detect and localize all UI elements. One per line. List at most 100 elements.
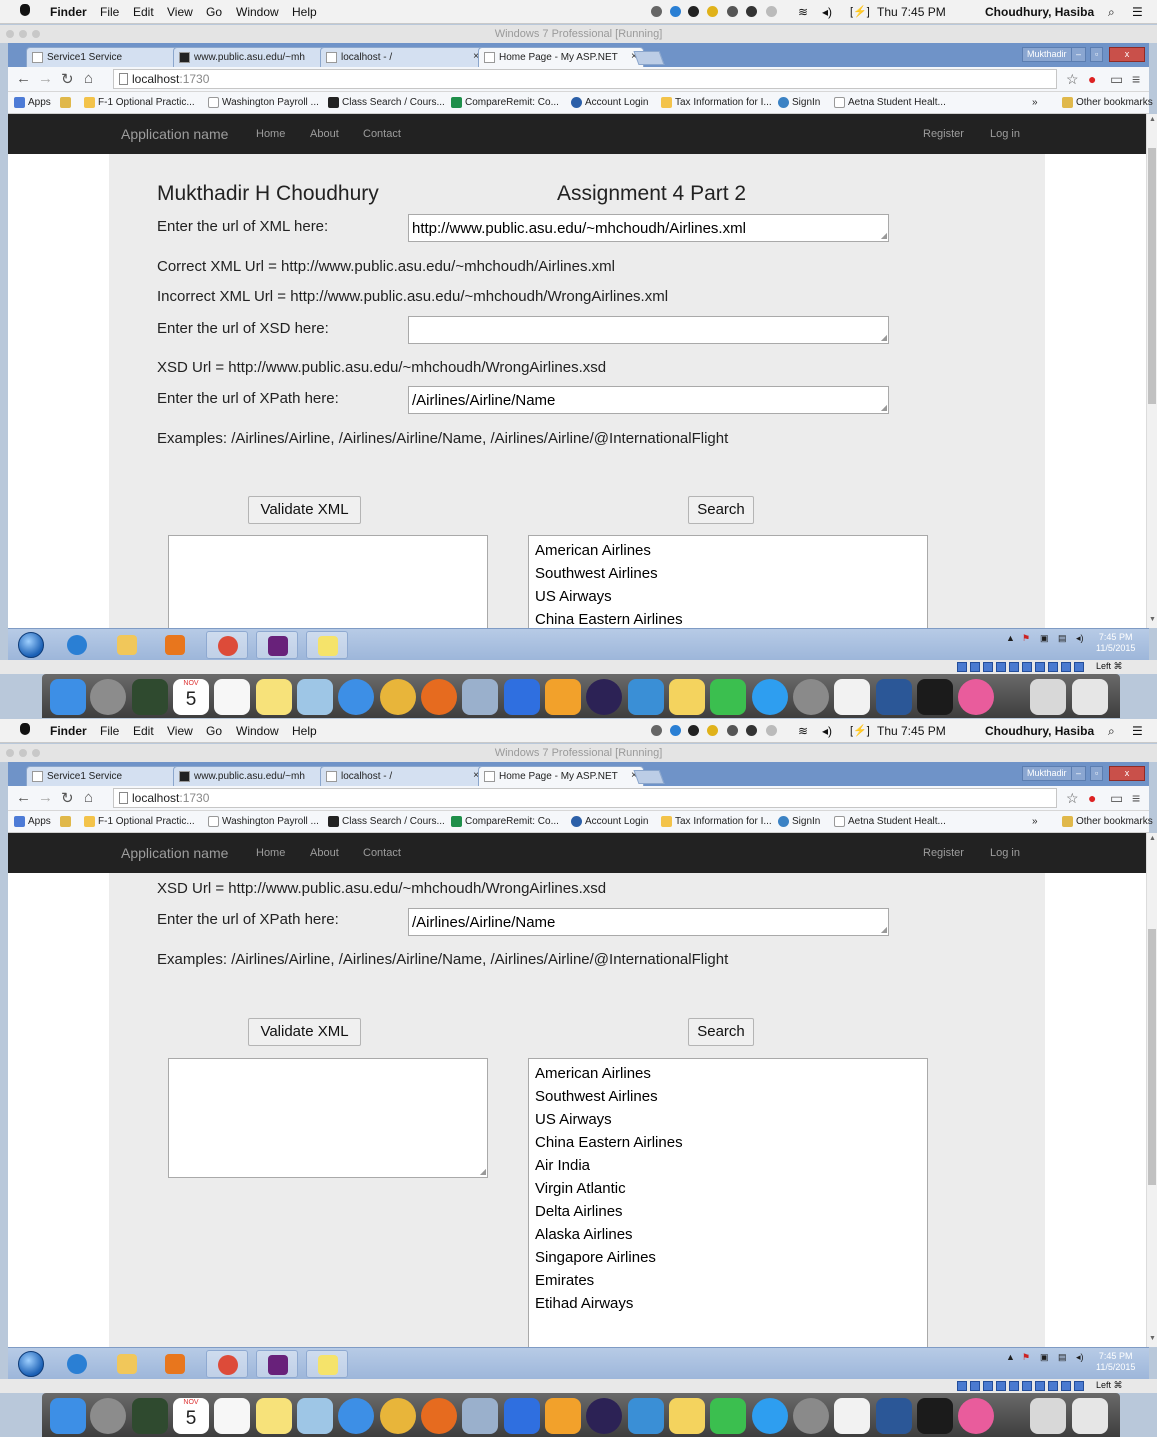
vm-video-icon[interactable] bbox=[1048, 662, 1058, 672]
start-button[interactable] bbox=[18, 632, 44, 658]
vm-disk-icon[interactable] bbox=[957, 662, 967, 672]
firefox-icon[interactable] bbox=[421, 1398, 457, 1434]
intellij-icon[interactable] bbox=[504, 1398, 540, 1434]
back-icon[interactable]: ← bbox=[16, 70, 31, 87]
itunes-icon[interactable] bbox=[958, 679, 994, 715]
nav-register[interactable]: Register bbox=[923, 847, 964, 859]
taskbar-visual-studio[interactable] bbox=[256, 1350, 298, 1378]
taskbar-media-player[interactable] bbox=[154, 1350, 196, 1378]
menu-help[interactable]: Help bbox=[292, 5, 317, 19]
vm-shared-icon[interactable] bbox=[996, 1381, 1006, 1391]
taskbar-sticky-folder[interactable] bbox=[306, 631, 348, 659]
search-button[interactable]: Search bbox=[688, 496, 754, 524]
profile-badge[interactable]: Mukthadir bbox=[1022, 766, 1072, 781]
menu-edit[interactable]: Edit bbox=[133, 724, 154, 738]
nav-about[interactable]: About bbox=[310, 128, 339, 140]
scroll-down-icon[interactable]: ▼ bbox=[1149, 616, 1156, 623]
eclipse-icon[interactable] bbox=[586, 1398, 622, 1434]
nav-contact[interactable]: Contact bbox=[363, 847, 401, 859]
taskbar-internet-explorer[interactable] bbox=[56, 631, 98, 659]
bookmarks-overflow[interactable]: » bbox=[1032, 816, 1038, 827]
status-eye-icon[interactable] bbox=[688, 725, 699, 736]
vm-network-icon[interactable] bbox=[1022, 1381, 1032, 1391]
wifi-icon[interactable]: ≋ bbox=[798, 724, 808, 738]
vm-optical-icon[interactable] bbox=[970, 662, 980, 672]
resize-grip-icon[interactable]: ◢ bbox=[480, 1167, 486, 1176]
extension-icon[interactable]: ● bbox=[1088, 71, 1096, 87]
menu-finder[interactable]: Finder bbox=[50, 724, 87, 738]
reminders-icon[interactable] bbox=[214, 1398, 250, 1434]
vm-audio-icon[interactable] bbox=[1035, 1381, 1045, 1391]
reminders-icon[interactable] bbox=[214, 679, 250, 715]
chrome-icon[interactable] bbox=[380, 679, 416, 715]
search-button[interactable]: Search bbox=[688, 1018, 754, 1046]
tab-asu[interactable]: www.public.asu.edu/~mh × bbox=[173, 47, 339, 67]
scroll-up-icon[interactable]: ▲ bbox=[1149, 835, 1156, 842]
resize-grip-icon[interactable]: ◢ bbox=[881, 333, 887, 342]
chrome-icon[interactable] bbox=[380, 1398, 416, 1434]
vm-mouse-icon[interactable] bbox=[1074, 662, 1084, 672]
bookmark-account-login[interactable]: Account Login bbox=[571, 97, 648, 108]
itunes-icon[interactable] bbox=[958, 1398, 994, 1434]
nav-contact[interactable]: Contact bbox=[363, 128, 401, 140]
bookmark-apps[interactable]: Apps bbox=[14, 97, 51, 108]
star-icon[interactable]: ☆ bbox=[1066, 790, 1079, 807]
profile-badge[interactable]: Mukthadir bbox=[1022, 47, 1072, 62]
mac-user[interactable]: Choudhury, Hasiba bbox=[985, 724, 1094, 738]
virtualbox-icon[interactable] bbox=[462, 679, 498, 715]
menu-window[interactable]: Window bbox=[236, 724, 279, 738]
bookmarks-overflow[interactable]: » bbox=[1032, 97, 1038, 108]
bookmark-signin[interactable]: SignIn bbox=[778, 97, 820, 108]
nav-home[interactable]: Home bbox=[256, 128, 285, 140]
vm-audio-icon[interactable] bbox=[1035, 662, 1045, 672]
page-scrollbar[interactable]: ▲ ▼ bbox=[1146, 114, 1157, 628]
status-dropbox-icon[interactable] bbox=[727, 6, 738, 17]
virtualbox-icon[interactable] bbox=[462, 1398, 498, 1434]
tray-flag-icon[interactable]: ⚑ bbox=[1022, 633, 1030, 644]
mac-clock[interactable]: Thu 7:45 PM bbox=[877, 5, 946, 19]
forward-icon[interactable]: → bbox=[38, 70, 53, 87]
chrome-menu-icon[interactable]: ≡ bbox=[1132, 790, 1140, 806]
bookmark-class-search[interactable]: Class Search / Cours... bbox=[328, 97, 445, 108]
calendar-icon[interactable]: NOV 5 bbox=[173, 1398, 209, 1434]
menu-file[interactable]: File bbox=[100, 724, 119, 738]
eclipse-icon[interactable] bbox=[586, 679, 622, 715]
url-input[interactable]: localhost:1730 bbox=[113, 788, 1057, 808]
tray-network-icon[interactable]: ▣ bbox=[1040, 1352, 1049, 1363]
facetime-icon[interactable] bbox=[710, 679, 746, 715]
scroll-thumb[interactable] bbox=[1148, 148, 1156, 404]
search-results-box[interactable]: American Airlines Southwest Airlines US … bbox=[528, 535, 928, 628]
taskbar-chrome[interactable] bbox=[206, 1350, 248, 1378]
home-icon[interactable]: ⌂ bbox=[84, 789, 93, 806]
volume-icon[interactable]: ◂) bbox=[822, 5, 832, 19]
apple-icon[interactable] bbox=[20, 723, 30, 735]
notes-icon[interactable] bbox=[256, 679, 292, 715]
new-tab-button[interactable] bbox=[633, 770, 665, 784]
vm-network-icon[interactable] bbox=[1022, 662, 1032, 672]
url-input[interactable]: localhost:1730 bbox=[113, 69, 1057, 89]
bookmark-f1-optional[interactable]: F-1 Optional Practic... bbox=[84, 816, 195, 827]
vm-display-icon[interactable] bbox=[1009, 1381, 1019, 1391]
xml-url-input[interactable]: http://www.public.asu.edu/~mhchoudh/Airl… bbox=[408, 214, 889, 242]
bookmark-aetna[interactable]: Aetna Student Healt... bbox=[834, 816, 946, 827]
taskbar-visual-studio[interactable] bbox=[256, 631, 298, 659]
documents-icon[interactable] bbox=[1030, 1398, 1066, 1434]
status-clock-icon[interactable] bbox=[766, 725, 777, 736]
tab-service1[interactable]: Service1 Service × bbox=[26, 47, 192, 67]
minimize-window-icon[interactable] bbox=[19, 30, 27, 38]
tab-service1[interactable]: Service1 Service × bbox=[26, 766, 192, 786]
xpath-input[interactable]: /Airlines/Airline/Name ◢ bbox=[408, 386, 889, 414]
spotlight-icon[interactable]: ⌕ bbox=[1108, 5, 1115, 20]
python-launcher-icon[interactable] bbox=[669, 1398, 705, 1434]
tray-expand-icon[interactable]: ▲ bbox=[1006, 1352, 1015, 1362]
status-eye-icon[interactable] bbox=[688, 6, 699, 17]
safari-icon[interactable] bbox=[338, 679, 374, 715]
mission-control-icon[interactable] bbox=[132, 1398, 168, 1434]
taskbar-clock[interactable]: 7:45 PM 11/5/2015 bbox=[1096, 1351, 1135, 1373]
preview-icon[interactable] bbox=[297, 679, 333, 715]
volume-icon[interactable]: ◂) bbox=[822, 724, 832, 738]
close-window-icon[interactable] bbox=[6, 30, 14, 38]
home-icon[interactable]: ⌂ bbox=[84, 70, 93, 87]
scroll-up-icon[interactable]: ▲ bbox=[1149, 116, 1156, 123]
eclipse-ide-icon[interactable] bbox=[545, 679, 581, 715]
